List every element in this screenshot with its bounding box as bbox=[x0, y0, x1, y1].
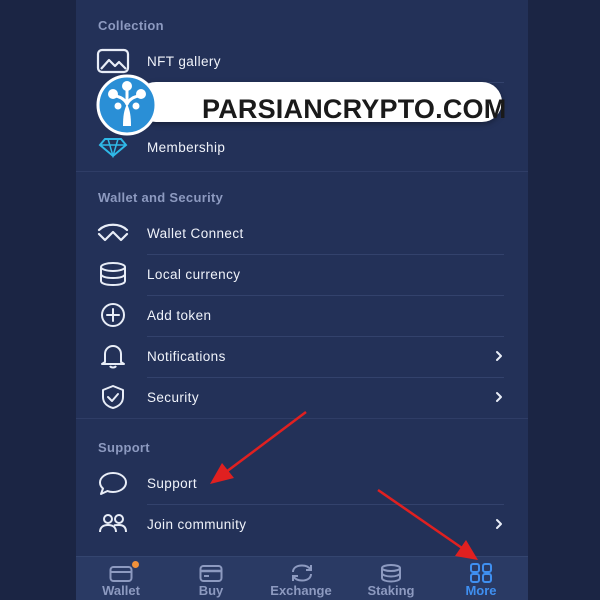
nav-tab-exchange[interactable]: Exchange bbox=[256, 557, 346, 600]
chevron-right-icon bbox=[492, 389, 506, 405]
section-title-collection: Collection bbox=[98, 18, 164, 33]
menu-item-join-community[interactable]: Join community bbox=[76, 504, 528, 544]
menu-item-label: Add token bbox=[147, 307, 212, 323]
menu-item-add-token[interactable]: Add token bbox=[76, 295, 528, 335]
grid-icon bbox=[469, 563, 493, 583]
nav-tab-wallet[interactable]: Wallet bbox=[76, 557, 166, 600]
diamond-icon bbox=[96, 133, 130, 161]
nav-tab-more[interactable]: More bbox=[436, 557, 526, 600]
menu-item-wallet-connect[interactable]: Wallet Connect bbox=[76, 213, 528, 253]
menu-item-label: NFT gallery bbox=[147, 53, 221, 69]
chevron-right-icon bbox=[492, 348, 506, 364]
card-icon bbox=[199, 563, 223, 583]
watermark-pill: PARSIANCRYPTO.COM bbox=[136, 82, 506, 124]
nav-tab-buy[interactable]: Buy bbox=[166, 557, 256, 600]
nav-tab-label: Staking bbox=[367, 583, 415, 598]
swap-icon bbox=[289, 563, 313, 583]
nav-tab-label: Exchange bbox=[270, 583, 332, 598]
nav-tab-label: More bbox=[465, 583, 497, 598]
watermark-logo bbox=[96, 74, 158, 136]
menu-item-label: Wallet Connect bbox=[147, 225, 244, 241]
image-icon bbox=[96, 47, 130, 75]
section-separator bbox=[76, 171, 528, 172]
section-separator bbox=[76, 418, 528, 419]
wallet-icon bbox=[109, 563, 133, 583]
watermark-banner: PARSIANCRYPTO.COM bbox=[96, 74, 506, 136]
menu-item-label: Notifications bbox=[147, 348, 226, 364]
bottom-navigation: Wallet Buy Exchange Staking More bbox=[76, 556, 528, 600]
section-title-support: Support bbox=[98, 440, 150, 455]
menu-item-notifications[interactable]: Notifications bbox=[76, 336, 528, 376]
chevron-right-icon bbox=[492, 516, 506, 532]
section-title-wallet-security: Wallet and Security bbox=[98, 190, 224, 205]
menu-item-support[interactable]: Support bbox=[76, 463, 528, 503]
nav-tab-staking[interactable]: Staking bbox=[346, 557, 436, 600]
notification-badge bbox=[132, 561, 139, 568]
nav-tab-label: Wallet bbox=[102, 583, 140, 598]
chat-bubble-icon bbox=[96, 469, 130, 497]
menu-item-label: Support bbox=[147, 475, 198, 491]
menu-item-label: Security bbox=[147, 389, 199, 405]
menu-item-local-currency[interactable]: Local currency bbox=[76, 254, 528, 294]
menu-item-security[interactable]: Security bbox=[76, 377, 528, 417]
nav-tab-label: Buy bbox=[198, 583, 224, 598]
shield-icon bbox=[96, 383, 130, 411]
stack-icon bbox=[379, 563, 403, 583]
menu-item-label: Join community bbox=[147, 516, 247, 532]
people-icon bbox=[96, 510, 130, 538]
menu-item-label: Membership bbox=[147, 139, 226, 155]
plus-circle-icon bbox=[96, 301, 130, 329]
walletconnect-icon bbox=[96, 219, 130, 247]
menu-item-label: Local currency bbox=[147, 266, 241, 282]
coins-icon bbox=[96, 260, 130, 288]
watermark-text: PARSIANCRYPTO.COM bbox=[202, 94, 507, 124]
bell-icon bbox=[96, 342, 130, 370]
